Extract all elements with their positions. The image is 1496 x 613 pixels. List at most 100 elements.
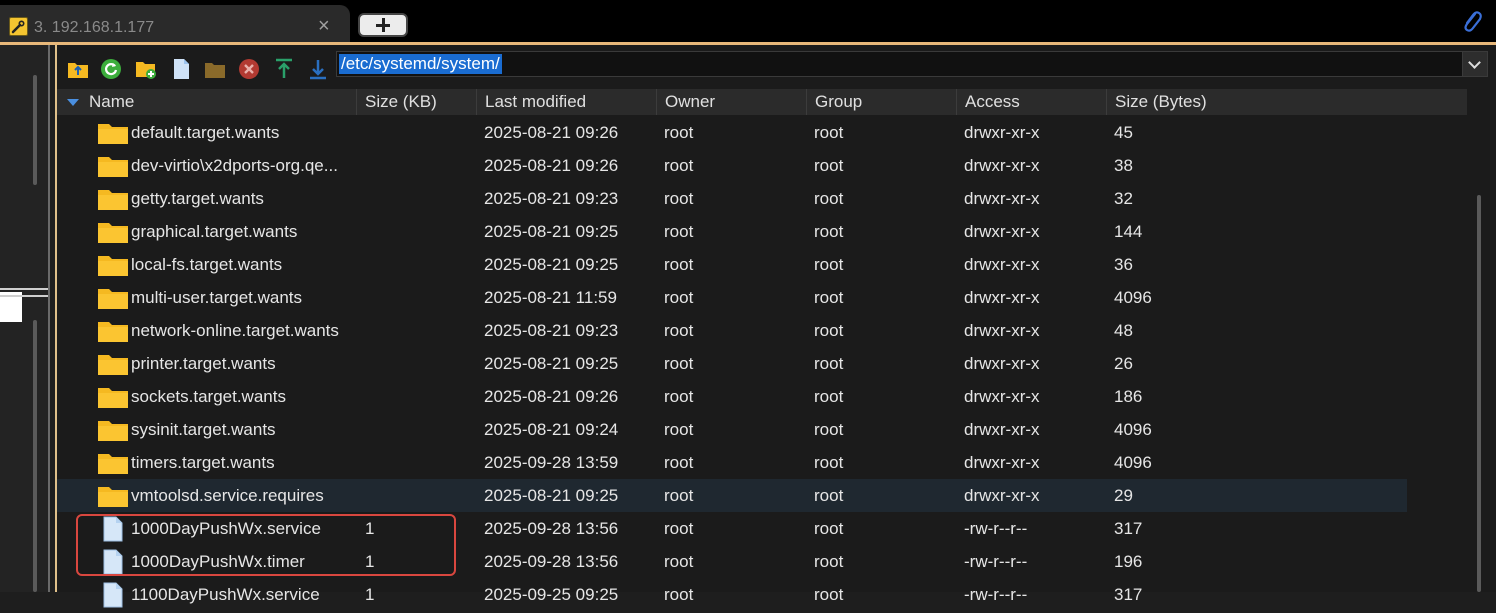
file-access: drwxr-xr-x (964, 156, 1040, 175)
column-access[interactable]: Access (957, 89, 1107, 115)
file-name: timers.target.wants (131, 453, 275, 472)
panel-divider[interactable] (0, 288, 48, 290)
file-access: drwxr-xr-x (964, 354, 1040, 373)
file-list-scrollbar[interactable] (1477, 195, 1481, 592)
file-name: sysinit.target.wants (131, 420, 276, 439)
file-modified: 2025-08-21 09:25 (484, 354, 619, 373)
folder-row[interactable]: sockets.target.wants 2025-08-21 09:26 root… (57, 380, 1407, 413)
file-modified: 2025-08-21 09:23 (484, 321, 619, 340)
file-owner: root (664, 288, 694, 307)
file-group: root (814, 255, 844, 274)
file-group: root (814, 453, 844, 472)
path-dropdown-button[interactable] (1462, 52, 1487, 76)
file-group: root (814, 222, 844, 241)
folder-icon (97, 253, 129, 277)
tab-close-button[interactable]: × (318, 15, 330, 38)
column-size-kb[interactable]: Size (KB) (357, 89, 477, 115)
download-icon[interactable] (307, 58, 329, 80)
file-size-kb (365, 347, 475, 380)
new-file-icon[interactable] (170, 58, 192, 80)
file-access: drwxr-xr-x (964, 288, 1040, 307)
file-group: root (814, 387, 844, 406)
new-tab-button[interactable] (358, 13, 408, 37)
file-name: getty.target.wants (131, 189, 264, 208)
file-access: -rw-r--r-- (964, 585, 1028, 604)
file-access: drwxr-xr-x (964, 321, 1040, 340)
folder-row[interactable]: vmtoolsd.service.requires 2025-08-21 09:2… (57, 479, 1407, 512)
file-size-bytes: 38 (1114, 156, 1133, 175)
folder-row[interactable]: multi-user.target.wants 2025-08-21 11:59 r… (57, 281, 1407, 314)
file-modified: 2025-08-21 09:25 (484, 255, 619, 274)
folder-icon (97, 220, 129, 244)
left-scrollbar-bottom[interactable] (33, 320, 37, 592)
folder-icon (97, 418, 129, 442)
file-owner: root (664, 420, 694, 439)
paperclip-icon[interactable] (1460, 8, 1484, 41)
file-modified: 2025-08-21 09:24 (484, 420, 619, 439)
file-owner: root (664, 354, 694, 373)
column-owner[interactable]: Owner (657, 89, 807, 115)
path-text: /etc/systemd/system/ (339, 54, 502, 74)
file-access: -rw-r--r-- (964, 519, 1028, 538)
file-access: drwxr-xr-x (964, 189, 1040, 208)
folder-row[interactable]: default.target.wants 2025-08-21 09:26 root… (57, 116, 1407, 149)
folder-row[interactable]: network-online.target.wants 2025-08-21 09… (57, 314, 1407, 347)
folder-row[interactable]: graphical.target.wants 2025-08-21 09:25 ro… (57, 215, 1407, 248)
folder-row[interactable]: getty.target.wants 2025-08-21 09:23 root ro… (57, 182, 1407, 215)
column-size-bytes[interactable]: Size (Bytes) (1107, 89, 1467, 115)
folder-row[interactable]: local-fs.target.wants 2025-08-21 09:25 roo… (57, 248, 1407, 281)
folder-row[interactable]: timers.target.wants 2025-09-28 13:59 root r… (57, 446, 1407, 479)
file-name: printer.target.wants (131, 354, 276, 373)
file-access: drwxr-xr-x (964, 387, 1040, 406)
path-input[interactable]: /etc/systemd/system/ (336, 51, 1488, 77)
folder-up-icon[interactable] (67, 58, 89, 80)
file-modified: 2025-09-28 13:59 (484, 453, 619, 472)
file-group: root (814, 321, 844, 340)
folder-row[interactable]: printer.target.wants 2025-08-21 09:25 root… (57, 347, 1407, 380)
new-folder-icon[interactable] (135, 58, 157, 80)
splitter[interactable] (48, 45, 50, 592)
file-row[interactable]: 1100DayPushWx.service 1 2025-09-25 09:25 ro… (57, 578, 1407, 611)
folder-row[interactable]: dev-virtio\x2dports-org.qe... 2025-08-21 … (57, 149, 1407, 182)
folder-icon (97, 121, 129, 145)
file-group: root (814, 486, 844, 505)
refresh-icon[interactable] (100, 58, 122, 80)
file-name: dev-virtio\x2dports-org.qe... (131, 156, 338, 175)
file-group: root (814, 288, 844, 307)
file-name: vmtoolsd.service.requires (131, 486, 324, 505)
file-modified: 2025-08-21 09:26 (484, 156, 619, 175)
annotation-highlight-box (76, 514, 456, 576)
file-size-bytes: 29 (1114, 486, 1133, 505)
panel-divider-lower[interactable] (0, 295, 48, 297)
file-owner: root (664, 453, 694, 472)
column-name[interactable]: Name (57, 89, 357, 115)
file-size-kb (365, 281, 475, 314)
file-name: graphical.target.wants (131, 222, 298, 241)
file-size-bytes: 4096 (1114, 453, 1152, 472)
left-scrollbar-top[interactable] (33, 75, 37, 185)
file-group: root (814, 123, 844, 142)
delete-icon[interactable] (238, 58, 260, 80)
file-access: drwxr-xr-x (964, 486, 1040, 505)
file-owner: root (664, 255, 694, 274)
file-group: root (814, 354, 844, 373)
tab-bar: 3. 192.168.1.177 × (0, 0, 1496, 42)
folder-icon (97, 352, 129, 376)
open-folder-icon[interactable] (204, 58, 226, 80)
file-modified: 2025-09-28 13:56 (484, 552, 619, 571)
file-modified: 2025-08-21 09:25 (484, 486, 619, 505)
session-tab[interactable]: 3. 192.168.1.177 × (0, 5, 350, 42)
sort-desc-icon (67, 99, 79, 106)
column-group[interactable]: Group (807, 89, 957, 115)
upload-icon[interactable] (273, 58, 295, 80)
file-owner: root (664, 486, 694, 505)
file-size-kb (365, 479, 475, 512)
file-group: root (814, 189, 844, 208)
file-size-bytes: 144 (1114, 222, 1143, 241)
file-group: root (814, 420, 844, 439)
folder-icon (97, 451, 129, 475)
file-access: drwxr-xr-x (964, 453, 1040, 472)
folder-row[interactable]: sysinit.target.wants 2025-08-21 09:24 root… (57, 413, 1407, 446)
file-icon (102, 582, 124, 608)
column-last-modified[interactable]: Last modified (477, 89, 657, 115)
